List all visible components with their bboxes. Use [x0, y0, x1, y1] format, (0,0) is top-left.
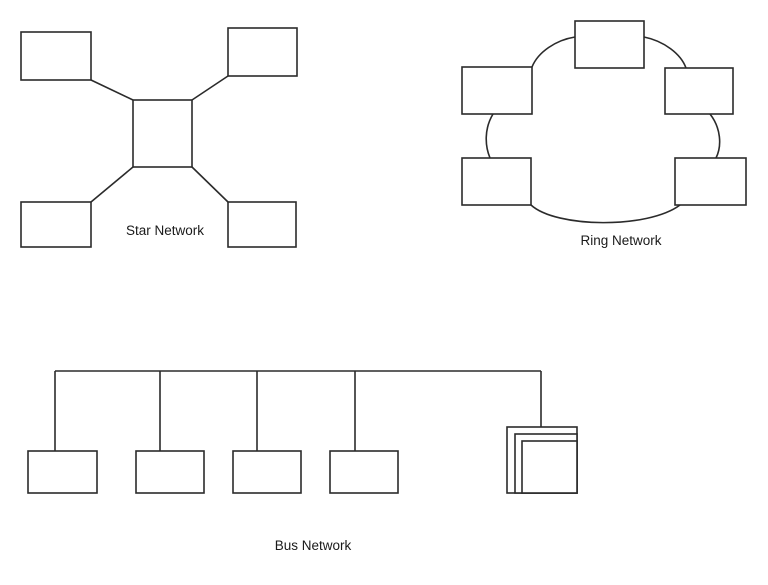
bus-node-3[interactable]: [232, 450, 302, 494]
topology-diagram-svg: Star Network Ring Network Bus Network: [20, 20, 747, 553]
ring-link-left-lower-to-right-lower: [530, 204, 681, 224]
star-node-top-right[interactable]: [227, 27, 298, 77]
star-link-hub-to-bottom-left: [90, 166, 134, 203]
ring-node-top[interactable]: [574, 20, 645, 69]
star-node-bottom-left[interactable]: [20, 201, 92, 248]
ring-link-right-upper-to-right-lower: [709, 113, 721, 159]
ring-node-left-upper[interactable]: [461, 66, 533, 115]
network-topology-diagram-canvas: Star Network Ring Network Bus Network: [0, 0, 768, 585]
star-network-group: Star Network: [20, 27, 298, 248]
bus-network-label: Bus Network: [275, 538, 352, 553]
star-network-label: Star Network: [126, 223, 204, 238]
ring-node-right-lower[interactable]: [674, 157, 747, 206]
star-link-hub-to-bottom-right: [191, 166, 229, 203]
bus-node-4[interactable]: [329, 450, 399, 494]
bus-network-group: Bus Network: [27, 370, 578, 553]
ring-network-label: Ring Network: [580, 233, 661, 248]
star-link-hub-to-top-right: [191, 75, 229, 101]
ring-link-top-to-left-upper: [531, 36, 576, 68]
star-node-hub[interactable]: [132, 99, 193, 168]
bus-node-2[interactable]: [135, 450, 205, 494]
star-node-top-left[interactable]: [20, 31, 92, 81]
star-link-hub-to-top-left: [90, 79, 134, 101]
ring-node-right-upper[interactable]: [664, 67, 734, 115]
bus-node-stack-inner[interactable]: [521, 440, 578, 494]
bus-node-1[interactable]: [27, 450, 98, 494]
star-node-bottom-right[interactable]: [227, 201, 297, 248]
ring-node-left-lower[interactable]: [461, 157, 532, 206]
ring-network-group: Ring Network: [461, 20, 747, 248]
ring-link-left-upper-to-left-lower: [485, 113, 494, 159]
ring-link-top-to-right-upper: [643, 36, 687, 69]
